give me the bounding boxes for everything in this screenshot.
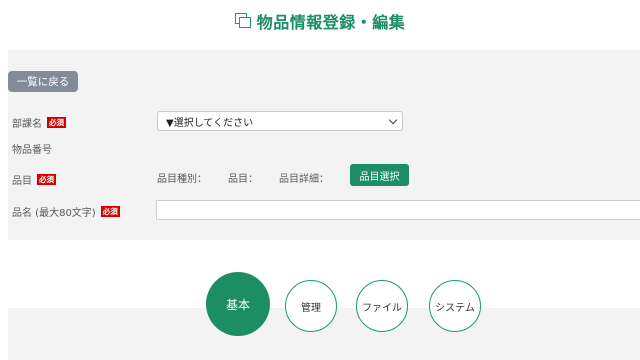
- department-select-value: ▼選択してください: [166, 117, 254, 129]
- required-badge: 必須: [37, 174, 56, 185]
- name-label: 品名 (最大80文字): [12, 208, 96, 219]
- category-label: 品目: [12, 176, 32, 187]
- chevron-down-icon: [388, 115, 398, 125]
- department-label-row: 部課名 必須: [12, 115, 66, 130]
- category-detail-label: 品目詳細：: [279, 174, 329, 185]
- required-badge: 必須: [47, 117, 66, 128]
- department-select[interactable]: ▼選択してください: [157, 111, 403, 131]
- tab-file[interactable]: ファイル: [356, 280, 408, 332]
- tab-basic[interactable]: 基本: [206, 272, 270, 336]
- department-label: 部課名: [12, 119, 42, 130]
- category-value-label: 品目：: [228, 174, 258, 185]
- back-to-list-button[interactable]: 一覧に戻る: [8, 71, 78, 92]
- name-label-row: 品名 (最大80文字) 必須: [12, 204, 120, 219]
- required-badge: 必須: [100, 206, 120, 217]
- category-select-button[interactable]: 品目選択: [350, 164, 409, 186]
- item-number-label: 物品番号: [12, 145, 52, 156]
- copy-icon: [234, 13, 251, 29]
- item-number-label-row: 物品番号: [12, 141, 52, 156]
- page-header: 物品情報登録・編集: [0, 0, 640, 42]
- tab-system[interactable]: システム: [429, 280, 481, 332]
- item-name-input[interactable]: [156, 200, 640, 220]
- tab-management[interactable]: 管理: [285, 280, 337, 332]
- page-title: 物品情報登録・編集: [256, 13, 406, 32]
- category-label-row: 品目 必須: [12, 172, 56, 187]
- category-type-label: 品目種別：: [157, 174, 207, 185]
